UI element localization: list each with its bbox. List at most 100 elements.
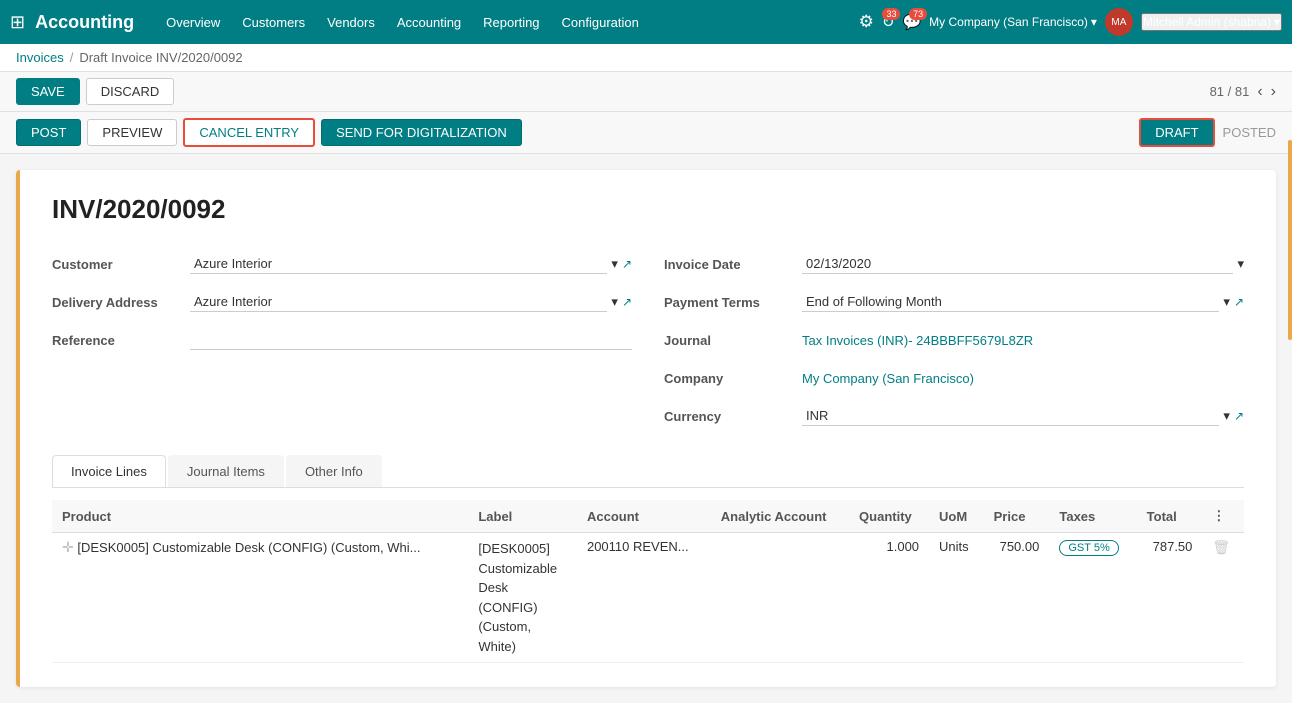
cell-uom: Units [929,533,984,663]
invoice-form: Customer ▾ ↗ Delivery Address ▾ ↗ [52,249,1244,431]
nav-configuration[interactable]: Configuration [552,11,649,34]
invoice-date-row: Invoice Date 02/13/2020 ▾ [664,249,1244,279]
drag-handle-icon[interactable]: ✛ [62,539,74,555]
company-name: My Company (San Francisco) [929,15,1088,29]
nav-menu: Overview Customers Vendors Accounting Re… [156,11,853,34]
currency-external-link-icon[interactable]: ↗ [1234,409,1244,423]
currency-label: Currency [664,409,794,424]
user-dropdown-icon: ▾ [1274,15,1280,29]
clock-badge: 33 [882,8,900,20]
col-taxes: Taxes [1049,500,1136,533]
currency-dropdown-icon[interactable]: ▾ [1223,408,1230,424]
chat-badge: 73 [909,8,927,20]
company-dropdown-icon: ▾ [1091,15,1097,29]
label-line4: (CONFIG) [478,598,567,618]
cell-delete[interactable]: 🗑 [1202,533,1244,663]
next-record-button[interactable]: › [1271,83,1276,101]
col-uom: UoM [929,500,984,533]
col-label: Label [468,500,577,533]
cell-price: 750.00 [984,533,1050,663]
discard-button[interactable]: DISCARD [86,78,175,105]
settings-icon-btn[interactable]: ⚙ [859,12,874,32]
nav-overview[interactable]: Overview [156,11,230,34]
save-button[interactable]: SAVE [16,78,80,105]
invoice-number: INV/2020/0092 [52,194,1244,225]
delete-row-icon[interactable]: 🗑 [1212,539,1230,555]
invoice-card: INV/2020/0092 Customer ▾ ↗ Delivery Addr… [16,170,1276,687]
cell-quantity: 1.000 [849,533,929,663]
cancel-entry-button[interactable]: CANCEL ENTRY [183,118,315,147]
post-button[interactable]: POST [16,119,81,146]
tab-journal-items[interactable]: Journal Items [168,455,284,487]
journal-row: Journal Tax Invoices (INR)- 24BBBFF5679L… [664,325,1244,355]
payment-terms-dropdown-icon[interactable]: ▾ [1223,294,1230,310]
draft-status-button[interactable]: DRAFT [1139,118,1214,147]
user-name: Mitchell Admin (shabna) [1143,15,1271,29]
customer-dropdown-icon[interactable]: ▾ [611,256,618,272]
send-digitalization-button[interactable]: SEND FOR DIGITALIZATION [321,119,522,146]
tab-invoice-lines[interactable]: Invoice Lines [52,455,166,487]
chat-btn[interactable]: 💬 73 [902,13,921,31]
cell-total: 787.50 [1137,533,1203,663]
customer-field-wrapper: ▾ ↗ [190,254,632,274]
customer-external-link-icon[interactable]: ↗ [622,257,632,271]
user-selector[interactable]: Mitchell Admin (shabna) ▾ [1141,13,1282,31]
col-product: Product [52,500,468,533]
breadcrumb-parent[interactable]: Invoices [16,50,64,65]
journal-label: Journal [664,333,794,348]
clock-btn[interactable]: ↻ 33 [882,13,895,31]
delivery-external-link-icon[interactable]: ↗ [622,295,632,309]
preview-button[interactable]: PREVIEW [87,119,177,146]
reference-label: Reference [52,333,182,348]
invoice-date-wrapper: 02/13/2020 ▾ [802,254,1244,274]
prev-record-button[interactable]: ‹ [1257,83,1262,101]
app-grid-icon[interactable]: ⊞ [10,12,25,33]
tab-other-info[interactable]: Other Info [286,455,382,487]
currency-input[interactable]: INR [802,406,1219,426]
pagination: 81 / 81 ‹ › [1210,83,1276,101]
label-line5: (Custom, [478,617,567,637]
avatar[interactable]: MA [1105,8,1133,36]
scroll-indicator [1288,140,1292,340]
delivery-address-label: Delivery Address [52,295,182,310]
top-navigation: ⊞ Accounting Overview Customers Vendors … [0,0,1292,44]
reference-input[interactable] [190,330,632,350]
col-analytic-account: Analytic Account [711,500,849,533]
main-content: INV/2020/0092 Customer ▾ ↗ Delivery Addr… [0,154,1292,703]
nav-accounting[interactable]: Accounting [387,11,471,34]
tabs-bar: Invoice Lines Journal Items Other Info [52,455,1244,488]
breadcrumb-current: Draft Invoice INV/2020/0092 [79,50,242,65]
form-right: Invoice Date 02/13/2020 ▾ Payment Terms … [664,249,1244,431]
table-row: ✛ [DESK0005] Customizable Desk (CONFIG) … [52,533,1244,663]
label-line6: White) [478,637,567,657]
payment-terms-row: Payment Terms End of Following Month ▾ ↗ [664,287,1244,317]
nav-customers[interactable]: Customers [232,11,315,34]
payment-terms-external-link-icon[interactable]: ↗ [1234,295,1244,309]
gst-badge: GST 5% [1059,540,1118,556]
cell-taxes: GST 5% [1049,533,1136,663]
col-menu[interactable]: ⋮ [1202,500,1244,533]
invoice-date-input[interactable]: 02/13/2020 [802,254,1233,274]
product-name: [DESK0005] Customizable Desk (CONFIG) (C… [77,540,420,555]
label-line2: Customizable [478,559,567,579]
label-line3: Desk [478,578,567,598]
company-label: Company [664,371,794,386]
nav-vendors[interactable]: Vendors [317,11,385,34]
cell-account: 200110 REVEN... [577,533,711,663]
invoice-date-label: Invoice Date [664,257,794,272]
journal-value[interactable]: Tax Invoices (INR)- 24BBBFF5679L8ZR [802,333,1033,348]
reference-row: Reference [52,325,632,355]
company-selector[interactable]: My Company (San Francisco) ▾ [929,15,1097,29]
payment-terms-input[interactable]: End of Following Month [802,292,1219,312]
currency-wrapper: INR ▾ ↗ [802,406,1244,426]
company-value[interactable]: My Company (San Francisco) [802,371,974,386]
col-quantity: Quantity [849,500,929,533]
customer-input[interactable] [190,254,607,274]
breadcrumb: Invoices / Draft Invoice INV/2020/0092 [0,44,1292,72]
cell-product[interactable]: ✛ [DESK0005] Customizable Desk (CONFIG) … [52,533,468,663]
delivery-dropdown-icon[interactable]: ▾ [611,294,618,310]
date-dropdown-icon[interactable]: ▾ [1237,256,1244,272]
delivery-address-input[interactable] [190,292,607,312]
customer-row: Customer ▾ ↗ [52,249,632,279]
nav-reporting[interactable]: Reporting [473,11,549,34]
